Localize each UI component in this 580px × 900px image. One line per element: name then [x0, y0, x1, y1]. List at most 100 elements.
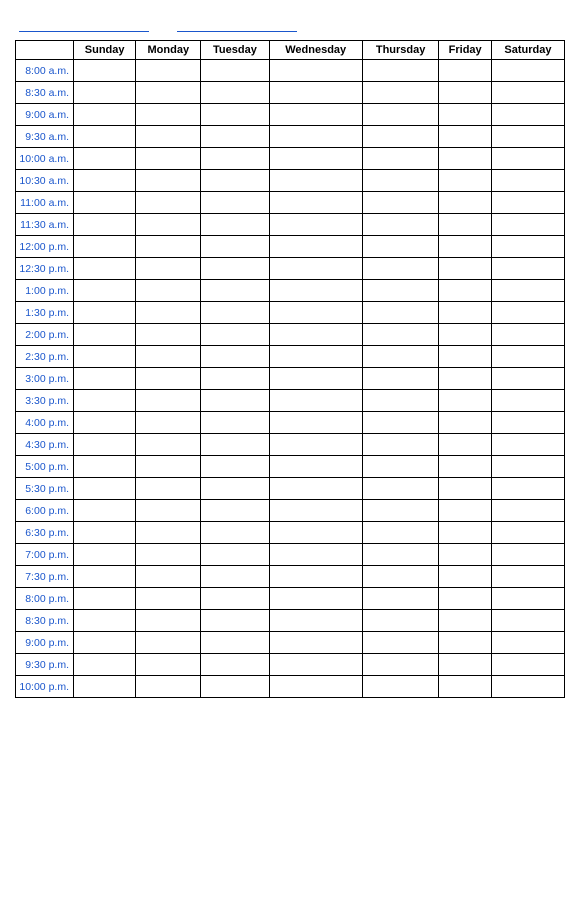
calendar-cell[interactable]: [439, 346, 492, 368]
calendar-cell[interactable]: [74, 258, 136, 280]
calendar-cell[interactable]: [136, 126, 201, 148]
calendar-cell[interactable]: [362, 588, 439, 610]
calendar-cell[interactable]: [362, 280, 439, 302]
calendar-cell[interactable]: [362, 522, 439, 544]
calendar-cell[interactable]: [362, 368, 439, 390]
calendar-cell[interactable]: [269, 588, 362, 610]
calendar-cell[interactable]: [491, 676, 564, 698]
calendar-cell[interactable]: [491, 434, 564, 456]
calendar-cell[interactable]: [74, 456, 136, 478]
calendar-cell[interactable]: [439, 170, 492, 192]
calendar-cell[interactable]: [136, 478, 201, 500]
calendar-cell[interactable]: [201, 236, 269, 258]
calendar-cell[interactable]: [136, 566, 201, 588]
calendar-cell[interactable]: [136, 412, 201, 434]
calendar-cell[interactable]: [491, 544, 564, 566]
calendar-cell[interactable]: [362, 676, 439, 698]
calendar-cell[interactable]: [362, 632, 439, 654]
calendar-cell[interactable]: [439, 522, 492, 544]
calendar-cell[interactable]: [201, 126, 269, 148]
calendar-cell[interactable]: [269, 192, 362, 214]
calendar-cell[interactable]: [201, 676, 269, 698]
calendar-cell[interactable]: [201, 324, 269, 346]
calendar-cell[interactable]: [269, 434, 362, 456]
calendar-cell[interactable]: [491, 390, 564, 412]
calendar-cell[interactable]: [362, 82, 439, 104]
calendar-cell[interactable]: [136, 522, 201, 544]
calendar-cell[interactable]: [136, 500, 201, 522]
calendar-cell[interactable]: [491, 82, 564, 104]
calendar-cell[interactable]: [74, 192, 136, 214]
calendar-cell[interactable]: [201, 544, 269, 566]
calendar-cell[interactable]: [439, 368, 492, 390]
calendar-cell[interactable]: [74, 104, 136, 126]
calendar-cell[interactable]: [74, 368, 136, 390]
calendar-cell[interactable]: [74, 126, 136, 148]
calendar-cell[interactable]: [269, 302, 362, 324]
calendar-cell[interactable]: [269, 566, 362, 588]
calendar-cell[interactable]: [136, 148, 201, 170]
calendar-cell[interactable]: [269, 390, 362, 412]
calendar-cell[interactable]: [491, 566, 564, 588]
calendar-cell[interactable]: [136, 676, 201, 698]
calendar-cell[interactable]: [201, 390, 269, 412]
calendar-cell[interactable]: [74, 588, 136, 610]
calendar-cell[interactable]: [491, 654, 564, 676]
calendar-cell[interactable]: [491, 214, 564, 236]
calendar-cell[interactable]: [201, 280, 269, 302]
calendar-cell[interactable]: [491, 324, 564, 346]
calendar-cell[interactable]: [74, 60, 136, 82]
calendar-cell[interactable]: [269, 214, 362, 236]
calendar-cell[interactable]: [269, 104, 362, 126]
calendar-cell[interactable]: [439, 60, 492, 82]
calendar-cell[interactable]: [439, 478, 492, 500]
calendar-cell[interactable]: [491, 60, 564, 82]
calendar-cell[interactable]: [201, 302, 269, 324]
calendar-cell[interactable]: [136, 60, 201, 82]
calendar-cell[interactable]: [362, 126, 439, 148]
calendar-cell[interactable]: [201, 654, 269, 676]
calendar-cell[interactable]: [491, 104, 564, 126]
calendar-cell[interactable]: [491, 170, 564, 192]
calendar-cell[interactable]: [362, 60, 439, 82]
calendar-cell[interactable]: [362, 654, 439, 676]
calendar-cell[interactable]: [74, 170, 136, 192]
calendar-cell[interactable]: [439, 588, 492, 610]
calendar-cell[interactable]: [439, 456, 492, 478]
calendar-cell[interactable]: [362, 192, 439, 214]
calendar-cell[interactable]: [201, 258, 269, 280]
calendar-cell[interactable]: [201, 632, 269, 654]
calendar-cell[interactable]: [136, 654, 201, 676]
calendar-cell[interactable]: [439, 148, 492, 170]
calendar-cell[interactable]: [491, 346, 564, 368]
calendar-cell[interactable]: [201, 104, 269, 126]
calendar-cell[interactable]: [136, 236, 201, 258]
calendar-cell[interactable]: [362, 148, 439, 170]
calendar-cell[interactable]: [362, 500, 439, 522]
calendar-cell[interactable]: [201, 566, 269, 588]
calendar-cell[interactable]: [491, 500, 564, 522]
calendar-cell[interactable]: [439, 126, 492, 148]
calendar-cell[interactable]: [269, 258, 362, 280]
calendar-cell[interactable]: [201, 214, 269, 236]
calendar-cell[interactable]: [439, 192, 492, 214]
calendar-cell[interactable]: [362, 390, 439, 412]
calendar-cell[interactable]: [269, 324, 362, 346]
calendar-cell[interactable]: [269, 148, 362, 170]
calendar-cell[interactable]: [136, 390, 201, 412]
calendar-cell[interactable]: [491, 280, 564, 302]
calendar-cell[interactable]: [439, 280, 492, 302]
calendar-cell[interactable]: [136, 104, 201, 126]
calendar-cell[interactable]: [136, 632, 201, 654]
calendar-cell[interactable]: [201, 148, 269, 170]
calendar-cell[interactable]: [74, 610, 136, 632]
calendar-cell[interactable]: [136, 324, 201, 346]
calendar-cell[interactable]: [439, 654, 492, 676]
calendar-cell[interactable]: [439, 566, 492, 588]
calendar-cell[interactable]: [269, 456, 362, 478]
calendar-cell[interactable]: [136, 258, 201, 280]
calendar-cell[interactable]: [74, 500, 136, 522]
calendar-cell[interactable]: [362, 610, 439, 632]
calendar-cell[interactable]: [74, 412, 136, 434]
calendar-cell[interactable]: [269, 610, 362, 632]
